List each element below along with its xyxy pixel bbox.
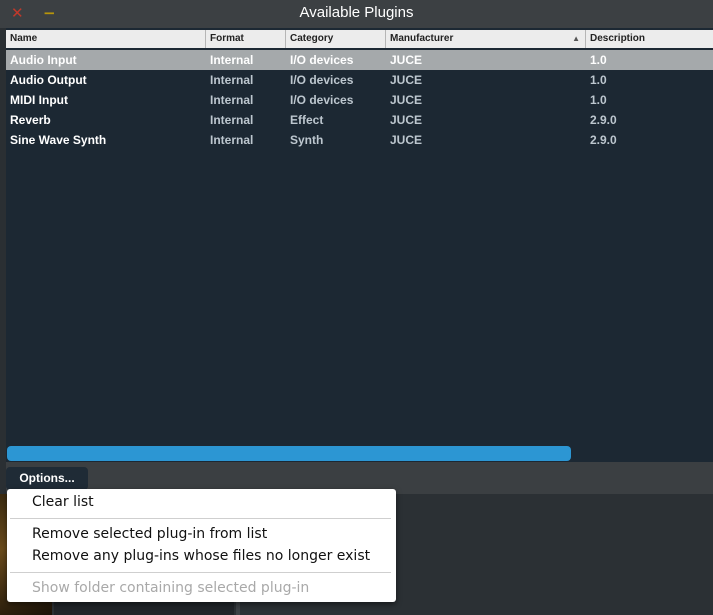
table-header: Name Format Category Manufacturer ▲ Desc… xyxy=(6,30,713,48)
column-header-description[interactable]: Description xyxy=(586,30,713,48)
cell-description: 2.9.0 xyxy=(590,113,617,127)
cell-category: I/O devices xyxy=(290,53,354,67)
cell-name: Sine Wave Synth xyxy=(10,133,107,147)
cell-name: Audio Input xyxy=(10,53,77,67)
table-row[interactable]: Audio Output Internal I/O devices JUCE 1… xyxy=(6,70,713,90)
column-header-category[interactable]: Category xyxy=(286,30,386,48)
cell-format: Internal xyxy=(210,73,254,87)
sort-ascending-icon: ▲ xyxy=(572,34,580,43)
cell-name: MIDI Input xyxy=(10,93,68,107)
cell-name: Reverb xyxy=(10,113,51,127)
cell-format: Internal xyxy=(210,53,254,67)
cell-name: Audio Output xyxy=(10,73,87,87)
table-row[interactable]: Audio Input Internal I/O devices JUCE 1.… xyxy=(6,50,713,70)
column-header-name[interactable]: Name xyxy=(6,30,206,48)
cell-description: 1.0 xyxy=(590,53,607,67)
table-row[interactable]: MIDI Input Internal I/O devices JUCE 1.0 xyxy=(6,90,713,110)
cell-category: I/O devices xyxy=(290,93,354,107)
menu-item-show-folder: Show folder containing selected plug-in xyxy=(32,580,310,596)
options-button[interactable]: Options... xyxy=(6,467,88,490)
background-panel xyxy=(54,600,234,615)
column-header-manufacturer[interactable]: Manufacturer ▲ xyxy=(386,30,586,48)
cell-manufacturer: JUCE xyxy=(390,53,423,67)
menu-separator xyxy=(10,518,391,519)
cell-manufacturer: JUCE xyxy=(390,73,423,87)
menu-item-remove-selected[interactable]: Remove selected plug-in from list xyxy=(32,526,267,542)
plugin-window: ✕ − Available Plugins Name Format Catego… xyxy=(0,0,713,615)
cell-category: Effect xyxy=(290,113,324,127)
options-menu: Clear list Remove selected plug-in from … xyxy=(7,489,396,602)
cell-manufacturer: JUCE xyxy=(390,113,423,127)
menu-item-clear-list[interactable]: Clear list xyxy=(32,494,94,510)
table-row[interactable]: Reverb Internal Effect JUCE 2.9.0 xyxy=(6,110,713,130)
window-title: Available Plugins xyxy=(299,4,414,21)
cell-category: I/O devices xyxy=(290,73,354,87)
cell-format: Internal xyxy=(210,93,254,107)
scan-progress-bar xyxy=(7,446,571,461)
cell-description: 2.9.0 xyxy=(590,133,617,147)
cell-description: 1.0 xyxy=(590,73,607,87)
table-row[interactable]: Sine Wave Synth Internal Synth JUCE 2.9.… xyxy=(6,130,713,150)
plugin-list-panel: Name Format Category Manufacturer ▲ Desc… xyxy=(6,28,713,462)
cell-format: Internal xyxy=(210,113,254,127)
title-bar: ✕ − Available Plugins xyxy=(0,0,713,28)
column-header-manufacturer-label: Manufacturer xyxy=(390,33,454,44)
cell-category: Synth xyxy=(290,133,324,147)
menu-separator xyxy=(10,572,391,573)
cell-manufacturer: JUCE xyxy=(390,133,423,147)
cell-format: Internal xyxy=(210,133,254,147)
cell-manufacturer: JUCE xyxy=(390,93,423,107)
cell-description: 1.0 xyxy=(590,93,607,107)
menu-item-remove-missing[interactable]: Remove any plug-ins whose files no longe… xyxy=(32,548,370,564)
column-header-format[interactable]: Format xyxy=(206,30,286,48)
